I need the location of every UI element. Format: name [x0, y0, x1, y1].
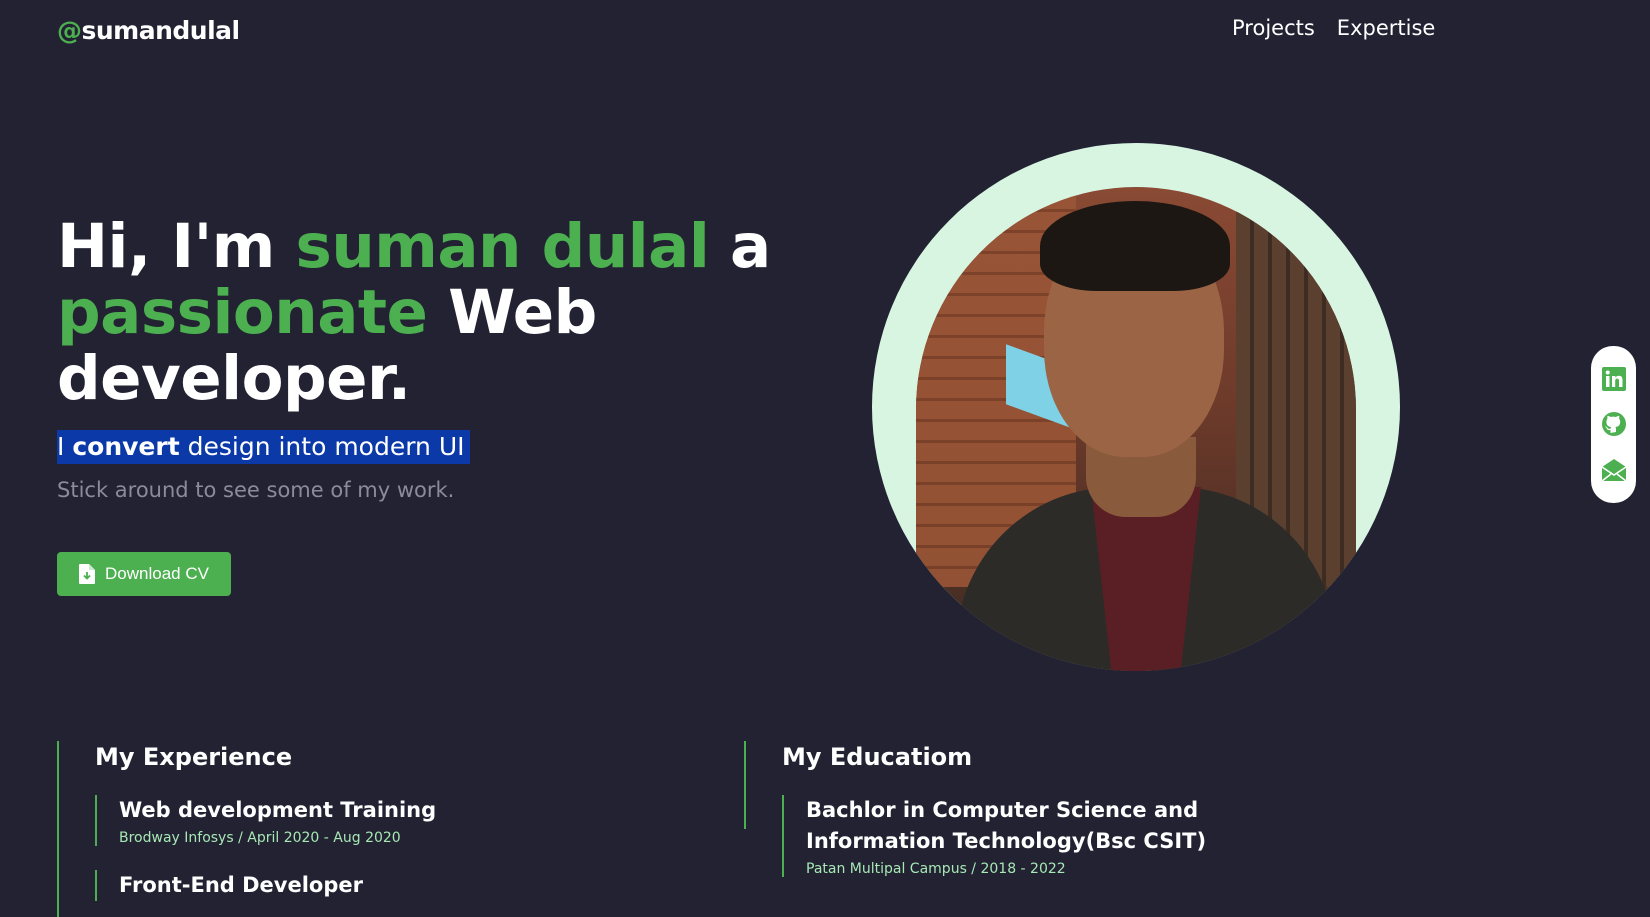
- logo-name: sumandulal: [81, 16, 241, 45]
- nav-link-projects[interactable]: Projects: [1232, 16, 1315, 40]
- experience-section: My Experience Web development Training B…: [57, 741, 436, 917]
- logo-at: @: [57, 16, 82, 45]
- education-heading: My Educatiom: [782, 743, 973, 771]
- experience-item-meta: Brodway Infosys / April 2020 - Aug 2020: [119, 830, 401, 846]
- portfolio-page: @sumandulal Projects Expertise Hi, I'm s…: [0, 0, 1650, 917]
- site-logo[interactable]: @sumandulal: [57, 16, 240, 45]
- experience-item-title: Front-End Developer: [119, 873, 363, 897]
- education-section: My Educatiom Bachlor in Computer Science…: [744, 741, 1306, 877]
- experience-item: Front-End Developer: [95, 870, 436, 901]
- linkedin-icon[interactable]: [1601, 366, 1627, 392]
- main-nav: Projects Expertise: [1232, 16, 1435, 40]
- hero-title-intro: Hi, I'm: [57, 211, 296, 282]
- download-cv-label: Download CV: [105, 564, 209, 583]
- github-icon[interactable]: [1601, 411, 1627, 437]
- tagline-bold: convert: [72, 432, 180, 461]
- experience-heading: My Experience: [95, 743, 293, 771]
- education-item-meta: Patan Multipal Campus / 2018 - 2022: [806, 861, 1066, 877]
- hero-title-a: a: [709, 211, 771, 282]
- profile-photo-frame: [872, 143, 1400, 671]
- hero-subtitle: Stick around to see some of my work.: [57, 478, 455, 502]
- hero-title-name: suman dulal: [295, 211, 710, 282]
- nav-link-expertise[interactable]: Expertise: [1337, 16, 1436, 40]
- profile-photo: [916, 187, 1356, 671]
- education-item: Bachlor in Computer Science and Informat…: [782, 795, 1306, 877]
- education-item-title: Bachlor in Computer Science and Informat…: [806, 798, 1207, 853]
- social-links-rail: [1591, 346, 1636, 503]
- email-icon[interactable]: [1601, 457, 1627, 483]
- hero-title: Hi, I'm suman dulal a passionate Web deve…: [57, 214, 777, 412]
- hero-title-passionate: passionate: [57, 277, 428, 348]
- tagline-pre: I: [57, 432, 73, 461]
- experience-item-title: Web development Training: [119, 798, 437, 822]
- experience-item: Web development Training Brodway Infosys…: [95, 795, 436, 846]
- tagline-post: design into modern UI: [179, 432, 465, 461]
- hero-tagline: I convert design into modern UI: [57, 430, 470, 464]
- download-cv-button[interactable]: Download CV: [57, 552, 231, 596]
- file-download-icon: [79, 564, 96, 584]
